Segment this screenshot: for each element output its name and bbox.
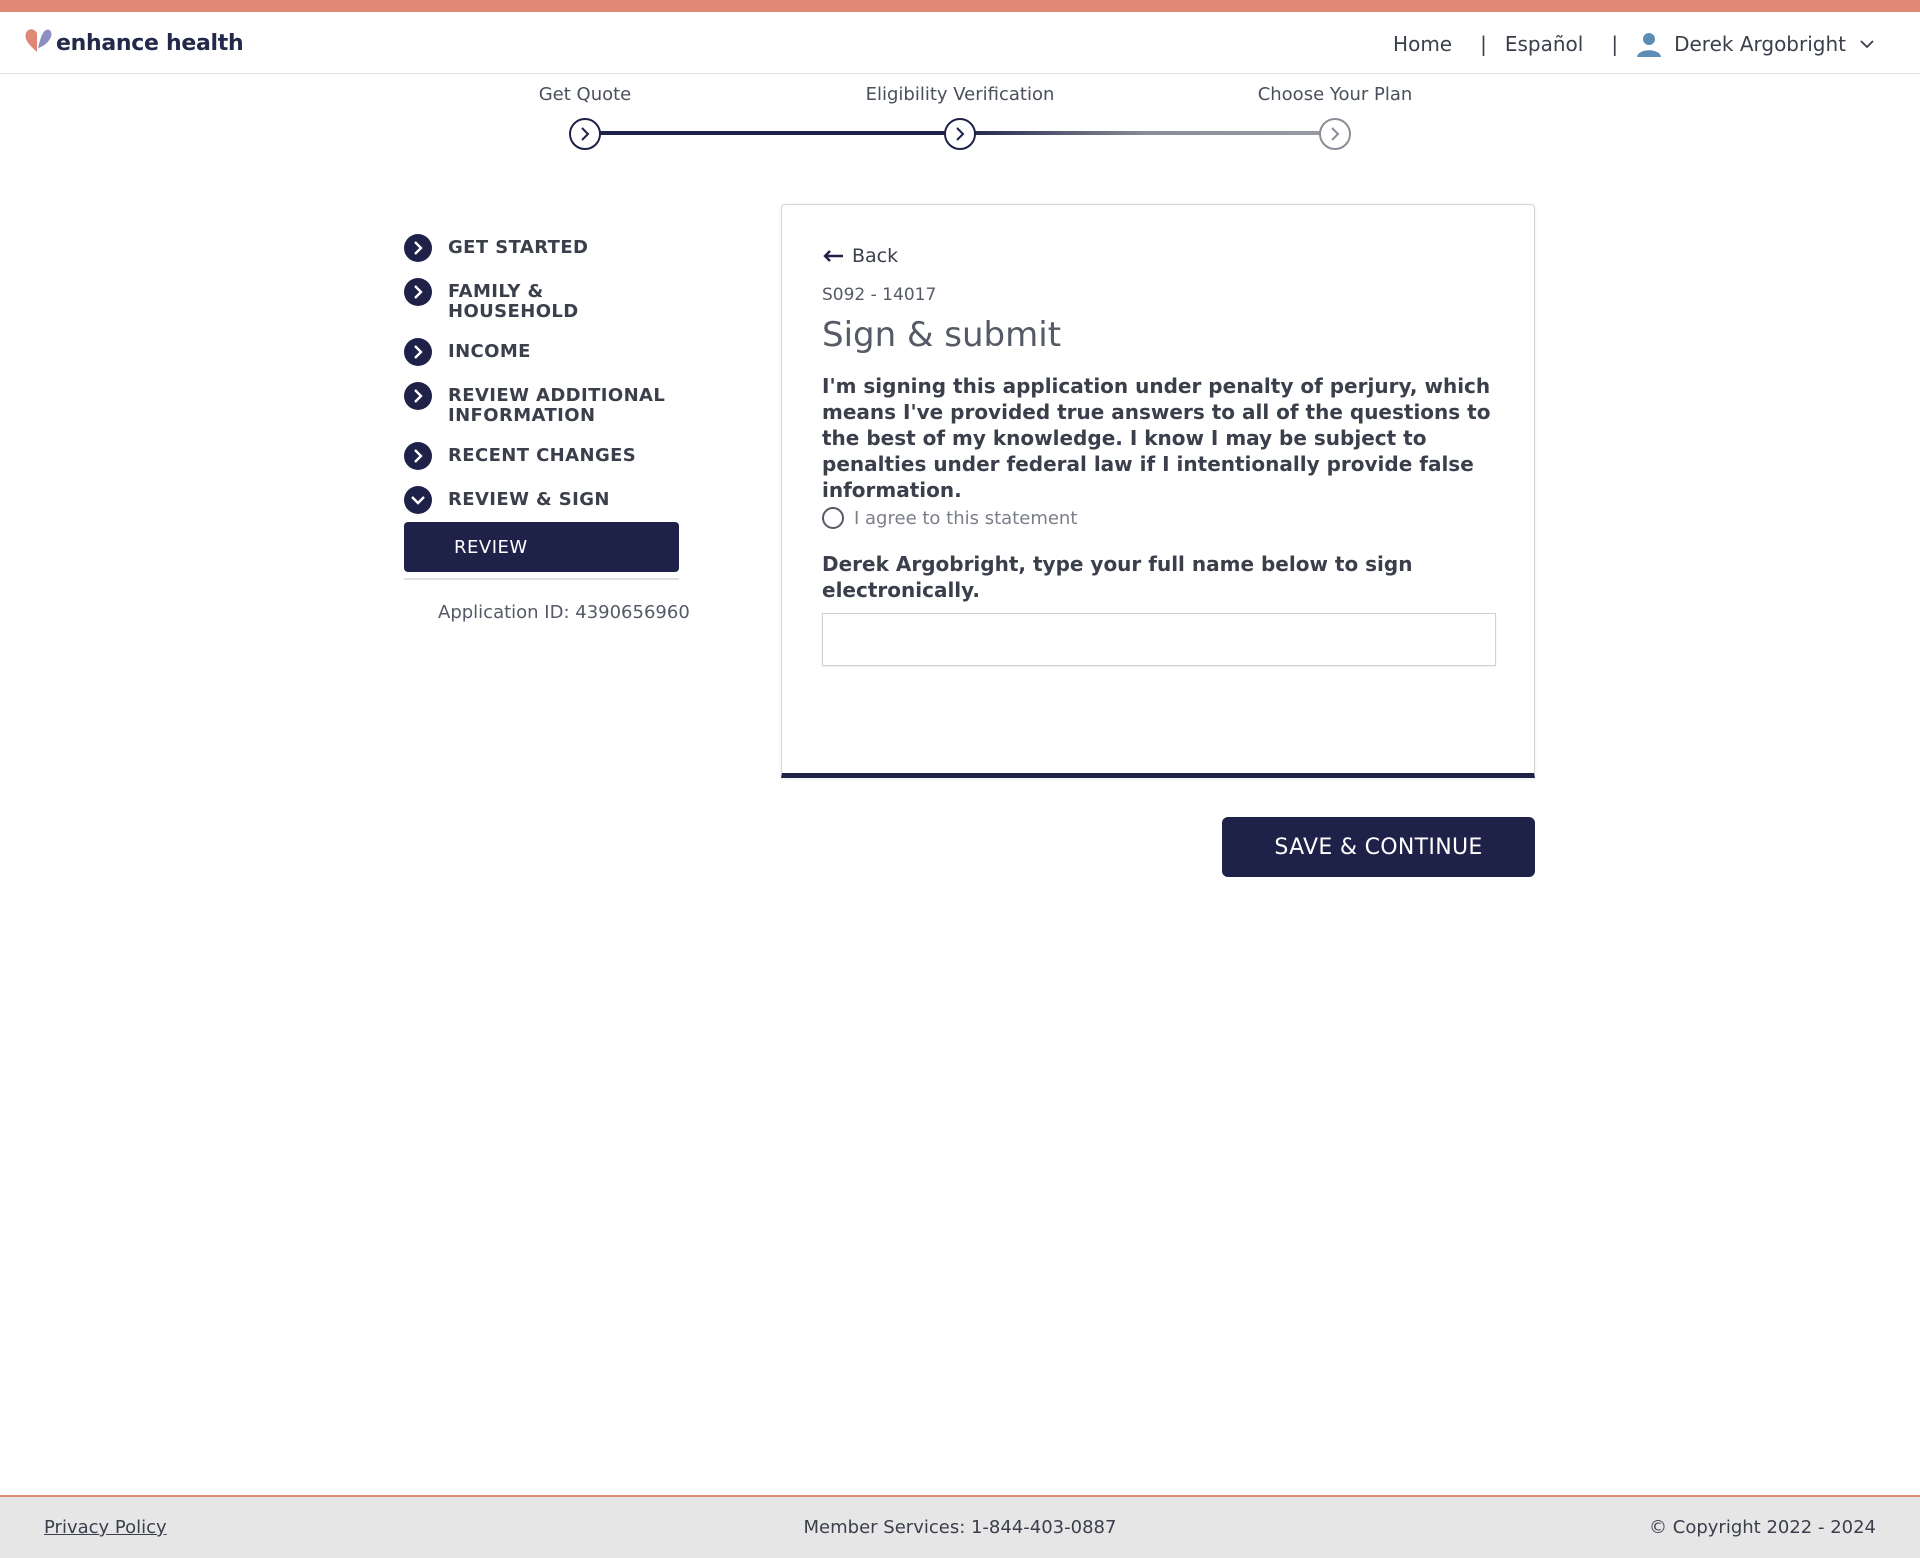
chevron-right-icon <box>404 234 432 262</box>
brand-name: enhance health <box>56 30 244 56</box>
chevron-down-icon <box>1860 40 1874 49</box>
privacy-policy-link[interactable]: Privacy Policy <box>44 1517 167 1538</box>
top-nav: Home | Español | Derek Argobright <box>1393 31 1886 57</box>
member-services: Member Services: 1-844-403-0887 <box>803 1517 1117 1538</box>
sidebar-item-label: RECENT CHANGES <box>448 445 637 466</box>
user-name: Derek Argobright <box>1674 32 1846 56</box>
back-label: Back <box>852 245 899 267</box>
nav-separator: | <box>1611 32 1619 56</box>
sidebar-item-review-additional-info[interactable]: REVIEW ADDITIONAL INFORMATION <box>404 382 704 426</box>
heart-logo-icon <box>24 28 52 58</box>
signature-input[interactable] <box>822 613 1496 666</box>
step-marker-choose-plan[interactable] <box>1319 118 1351 150</box>
sidebar-item-recent-changes[interactable]: RECENT CHANGES <box>404 442 704 470</box>
chevron-right-icon <box>404 442 432 470</box>
sidebar-subitem-review[interactable]: REVIEW <box>404 522 679 572</box>
sidebar-item-income[interactable]: INCOME <box>404 338 704 366</box>
step-label-eligibility: Eligibility Verification <box>865 84 1055 105</box>
chevron-right-icon <box>581 127 590 141</box>
user-menu[interactable]: Derek Argobright <box>1636 31 1886 57</box>
step-marker-get-quote[interactable] <box>569 118 601 150</box>
sidebar-item-get-started[interactable]: GET STARTED <box>404 234 704 262</box>
application-id: Application ID: 4390656960 <box>438 602 690 623</box>
step-connector-complete <box>585 131 960 135</box>
brand-logo[interactable]: enhance health <box>24 28 244 58</box>
nav-separator: | <box>1480 32 1487 56</box>
sidebar-item-label: GET STARTED <box>448 237 589 258</box>
perjury-statement: I'm signing this application under penal… <box>822 374 1491 502</box>
user-icon <box>1637 33 1662 57</box>
arrow-left-icon <box>823 250 843 262</box>
sidebar-item-label: REVIEW & SIGN <box>448 489 610 510</box>
form-code: S092 - 14017 <box>822 285 937 305</box>
sidebar-item-label: REVIEW ADDITIONAL INFORMATION <box>448 385 666 426</box>
sidebar-item-review-sign[interactable]: REVIEW & SIGN <box>404 486 704 514</box>
agree-radio-option[interactable]: I agree to this statement <box>822 507 1077 529</box>
chevron-right-icon <box>956 127 965 141</box>
chevron-down-icon <box>404 486 432 514</box>
step-label-choose-plan: Choose Your Plan <box>1257 84 1413 105</box>
signature-instructions: Derek Argobright, type your full name be… <box>822 552 1413 602</box>
sidebar-divider <box>404 578 679 580</box>
nav-home-link[interactable]: Home <box>1393 32 1452 56</box>
nav-language-link[interactable]: Español <box>1505 32 1583 56</box>
page-title: Sign & submit <box>822 315 1062 355</box>
step-connector-upcoming <box>960 131 1335 135</box>
sidebar-item-label: FAMILY & HOUSEHOLD <box>448 281 579 322</box>
application-sidebar: GET STARTED FAMILY & HOUSEHOLD INCOME RE… <box>404 234 704 623</box>
agree-radio[interactable] <box>822 507 844 529</box>
sidebar-item-family-household[interactable]: FAMILY & HOUSEHOLD <box>404 278 704 322</box>
step-marker-eligibility[interactable] <box>944 118 976 150</box>
agree-label: I agree to this statement <box>854 507 1078 529</box>
site-header: enhance health Home | Español | Derek Ar… <box>0 12 1920 74</box>
top-accent-stripe <box>0 0 1920 12</box>
copyright: © Copyright 2022 - 2024 <box>1649 1517 1876 1538</box>
save-continue-button[interactable]: SAVE & CONTINUE <box>1222 817 1535 877</box>
chevron-right-icon <box>1331 127 1340 141</box>
chevron-right-icon <box>404 278 432 306</box>
chevron-right-icon <box>404 338 432 366</box>
chevron-right-icon <box>404 382 432 410</box>
sign-submit-card: Back S092 - 14017 Sign & submit I'm sign… <box>781 204 1535 778</box>
back-link[interactable]: Back <box>822 245 898 267</box>
sidebar-item-label: INCOME <box>448 341 531 362</box>
step-label-get-quote: Get Quote <box>538 84 632 105</box>
progress-stepper: Get Quote Eligibility Verification Choos… <box>0 74 1920 164</box>
site-footer: Member Services: 1-844-403-0887 Privacy … <box>0 1495 1920 1558</box>
